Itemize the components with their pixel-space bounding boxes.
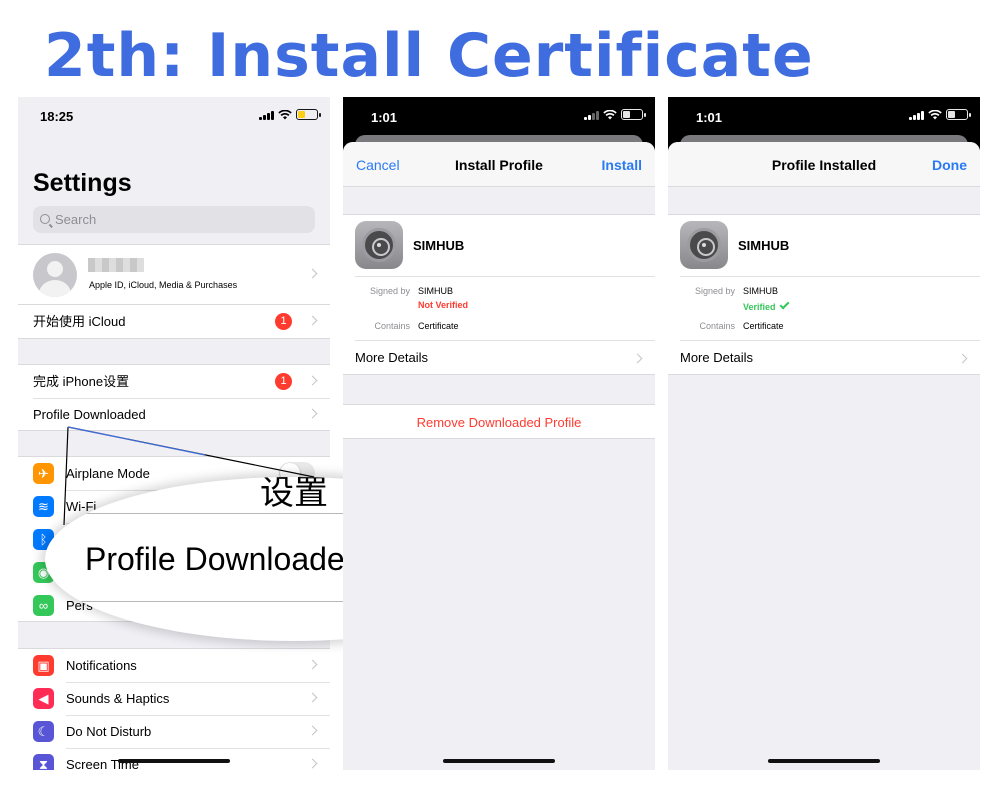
chevron-right-icon xyxy=(307,659,318,670)
status-time: 1:01 xyxy=(696,110,723,125)
row-label: Profile Downloaded xyxy=(33,407,146,422)
avatar xyxy=(33,253,77,297)
home-indicator xyxy=(443,759,555,763)
search-placeholder: Search xyxy=(55,212,97,227)
apple-id-group: Apple ID, iCloud, Media & Purchases xyxy=(18,244,330,305)
battery-icon xyxy=(296,109,321,120)
signal-icon xyxy=(584,110,599,120)
chevron-right-icon xyxy=(957,353,968,364)
home-indicator xyxy=(118,759,230,763)
apple-id-subtitle: Apple ID, iCloud, Media & Purchases xyxy=(89,280,238,290)
hourglass-icon: ⧗ xyxy=(33,754,54,770)
profile-downloaded-row[interactable]: Profile Downloaded xyxy=(18,398,330,431)
signal-icon xyxy=(909,110,924,120)
profile-installed-sheet: Profile Installed Done SIMHUB Signed by … xyxy=(668,142,980,770)
profile-name: SIMHUB xyxy=(738,238,790,253)
contains-value: Certificate xyxy=(743,321,784,331)
settings-gear-icon xyxy=(355,221,403,269)
settings-phone-screen: 18:25 Settings Search Apple ID, iCloud, … xyxy=(18,97,330,770)
chevron-right-icon xyxy=(307,375,318,386)
row-label: 完成 iPhone设置 xyxy=(33,374,130,389)
battery-icon xyxy=(946,109,971,120)
nav-bar: Cancel Install Profile Install xyxy=(343,142,655,187)
row-label: Sounds & Haptics xyxy=(66,691,170,706)
contains-label: Contains xyxy=(699,321,735,331)
wifi-icon xyxy=(928,109,942,119)
checkmark-icon xyxy=(779,299,789,310)
install-profile-sheet: Cancel Install Profile Install SIMHUB Si… xyxy=(343,142,655,770)
signal-icon xyxy=(259,110,274,120)
signed-by-label: Signed by xyxy=(369,286,410,296)
icloud-group: 开始使用 iCloud 1 xyxy=(18,304,330,339)
signed-by-value: SIMHUB xyxy=(418,286,454,296)
search-input[interactable]: Search xyxy=(33,206,315,233)
status-bar: 1:01 xyxy=(668,97,980,137)
contains-value: Certificate xyxy=(418,321,459,331)
page-headline: 2th: Install Certificate xyxy=(44,21,814,91)
blurred-account-name xyxy=(88,258,144,272)
moon-icon: ☾ xyxy=(33,721,54,742)
row-label: 开始使用 iCloud xyxy=(33,314,126,329)
remove-profile-button[interactable]: Remove Downloaded Profile xyxy=(343,404,655,439)
chevron-right-icon xyxy=(307,758,318,769)
install-button[interactable]: Install xyxy=(602,157,642,173)
chevron-right-icon xyxy=(307,725,318,736)
airplane-icon: ✈ xyxy=(33,463,54,484)
finish-iphone-setup-row[interactable]: 完成 iPhone设置 1 xyxy=(18,365,330,398)
chevron-right-icon xyxy=(632,353,643,364)
chevron-right-icon xyxy=(307,315,318,326)
row-label: Airplane Mode xyxy=(66,466,150,481)
notification-badge: 1 xyxy=(275,373,292,390)
settings-gear-icon xyxy=(680,221,728,269)
search-icon xyxy=(40,214,50,224)
row-label: Notifications xyxy=(66,658,137,673)
done-button[interactable]: Done xyxy=(932,157,967,173)
notifications-icon: ▣ xyxy=(33,655,54,676)
page-title: Settings xyxy=(33,169,132,197)
hotspot-icon: ∞ xyxy=(33,595,54,616)
notifications-group: ▣ Notifications ◀ Sounds & Haptics ☾ Do … xyxy=(18,648,330,770)
status-time: 18:25 xyxy=(40,109,74,124)
signed-by-value: SIMHUB xyxy=(743,286,779,296)
more-details-link[interactable]: More Details xyxy=(680,350,753,365)
sounds-haptics-row[interactable]: ◀ Sounds & Haptics xyxy=(18,682,330,715)
sounds-icon: ◀ xyxy=(33,688,54,709)
signed-by-label: Signed by xyxy=(694,286,735,296)
magnifier-label: Profile Downloaded xyxy=(85,541,363,577)
wifi-icon xyxy=(603,109,617,119)
notifications-row[interactable]: ▣ Notifications xyxy=(18,649,330,682)
status-bar: 18:25 xyxy=(18,97,330,137)
more-details-link[interactable]: More Details xyxy=(355,350,428,365)
status-bar: 1:01 xyxy=(343,97,655,137)
battery-icon xyxy=(621,109,646,120)
profile-card: SIMHUB Signed by SIMHUB Verified Contain… xyxy=(668,214,980,375)
home-indicator xyxy=(768,759,880,763)
profile-name: SIMHUB xyxy=(413,238,465,253)
verification-status: Not Verified xyxy=(418,300,469,310)
nav-bar: Profile Installed Done xyxy=(668,142,980,187)
do-not-disturb-row[interactable]: ☾ Do Not Disturb xyxy=(18,715,330,748)
chevron-right-icon xyxy=(307,268,318,279)
install-profile-phone-screen: 1:01 Cancel Install Profile Install SIMH… xyxy=(343,97,655,770)
verification-status-row: Verified xyxy=(743,299,789,312)
magnifier-fragment: 设置 xyxy=(260,477,328,512)
setup-group: 完成 iPhone设置 1 Profile Downloaded xyxy=(18,364,330,431)
verification-status: Verified xyxy=(743,302,776,312)
apple-id-row[interactable]: Apple ID, iCloud, Media & Purchases xyxy=(18,245,330,305)
chevron-right-icon xyxy=(307,692,318,703)
notification-badge: 1 xyxy=(275,313,292,330)
icloud-setup-row[interactable]: 开始使用 iCloud 1 xyxy=(18,305,330,338)
chevron-right-icon xyxy=(307,408,318,419)
profile-card: SIMHUB Signed by SIMHUB Not Verified Con… xyxy=(343,214,655,375)
wifi-icon xyxy=(278,109,292,119)
contains-label: Contains xyxy=(374,321,410,331)
profile-installed-phone-screen: 1:01 Profile Installed Done SIMHUB Signe… xyxy=(668,97,980,770)
row-label: Do Not Disturb xyxy=(66,724,152,739)
status-time: 1:01 xyxy=(371,110,398,125)
